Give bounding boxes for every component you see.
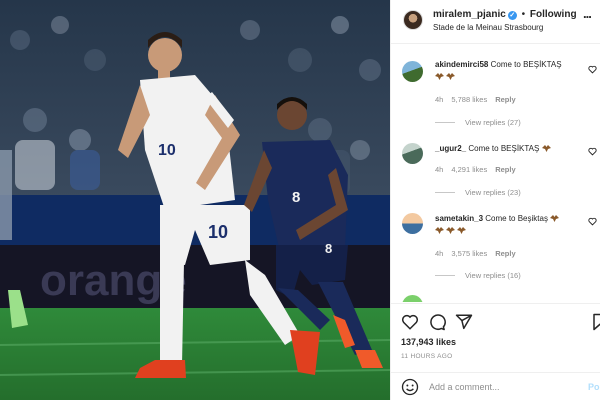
shorts-number-right: 8: [325, 241, 332, 256]
comment-likes[interactable]: 5,788 likes: [451, 95, 487, 104]
post-location[interactable]: Stade de la Meinau Strasbourg: [433, 23, 543, 32]
like-count[interactable]: 137,943 likes: [401, 337, 456, 347]
add-comment-input[interactable]: [429, 378, 577, 396]
post-side-panel: miralem_pjanic ✓ • Following Stade de la …: [390, 0, 600, 400]
comment-text: sametakin_3 Come to Beşiktaş: [435, 213, 583, 237]
more-icon[interactable]: ...: [583, 6, 592, 21]
heart-icon[interactable]: [588, 65, 597, 74]
author-line: miralem_pjanic ✓ • Following: [433, 9, 577, 20]
view-replies-label: View replies (27): [465, 118, 521, 127]
comments-list[interactable]: akindemirci58 Come to BEŞİKTAŞ 4h 5,788 l…: [391, 45, 600, 302]
following-button[interactable]: Following: [530, 9, 577, 20]
eagle-emoji-icon: [446, 72, 455, 80]
comment-username[interactable]: akindemirci58: [435, 60, 488, 69]
comment-age: 4h: [435, 165, 444, 174]
smiley-icon[interactable]: [401, 378, 419, 396]
commenter-avatar[interactable]: [402, 61, 423, 82]
shorts-number-left: 10: [208, 222, 228, 242]
add-comment-bar: Po: [391, 372, 600, 400]
author-username[interactable]: miralem_pjanic: [433, 9, 506, 20]
comment-body: Come to BEŞİKTAŞ: [468, 144, 540, 153]
view-replies-button[interactable]: View replies (23): [435, 188, 521, 197]
eagle-emoji-icon: [435, 72, 444, 80]
verified-icon: ✓: [507, 11, 517, 20]
comment-age: 4h: [435, 249, 444, 258]
comment-likes[interactable]: 4,291 likes: [451, 165, 487, 174]
eagle-emoji-icon: [550, 214, 560, 222]
view-replies-button[interactable]: View replies (27): [435, 118, 521, 127]
separator-dot: •: [521, 9, 526, 20]
comment-body: Come to Beşiktaş: [485, 214, 548, 223]
comment-text: _ugur2_ Come to BEŞİKTAŞ: [435, 143, 583, 155]
comment-text: akindemirci58 Come to BEŞİKTAŞ: [435, 59, 583, 83]
view-replies-label: View replies (23): [465, 188, 521, 197]
heart-icon[interactable]: [588, 217, 597, 226]
bookmark-icon[interactable]: [591, 313, 600, 331]
commenter-avatar[interactable]: [402, 143, 423, 164]
post-header: miralem_pjanic ✓ • Following Stade de la …: [391, 0, 600, 44]
post-timestamp[interactable]: 11 HOURS AGO: [401, 353, 453, 360]
reply-button[interactable]: Reply: [495, 249, 515, 258]
post-photo[interactable]: orange 10 10 8 8: [0, 0, 390, 400]
eagle-emoji-icon: [541, 144, 551, 152]
comment-icon[interactable]: [428, 313, 446, 331]
comment-age: 4h: [435, 95, 444, 104]
commenter-avatar[interactable]: [402, 295, 423, 302]
player-number-right: 8: [292, 189, 300, 206]
eagle-emoji-icon: [457, 226, 466, 234]
comment-meta: 4h 5,788 likes Reply: [435, 95, 524, 104]
eagle-emoji-icon: [446, 226, 455, 234]
replies-divider: [435, 122, 455, 123]
share-icon[interactable]: [455, 313, 473, 331]
comment-username[interactable]: sametakin_3: [435, 214, 483, 223]
heart-icon[interactable]: [588, 147, 597, 156]
comment-username[interactable]: _ugur2_: [435, 144, 466, 153]
replies-divider: [435, 192, 455, 193]
view-replies-label: View replies (16): [465, 271, 521, 280]
author-avatar[interactable]: [403, 10, 423, 30]
comment-body: Come to BEŞİKTAŞ: [490, 60, 562, 69]
comment-meta: 4h 3,575 likes Reply: [435, 249, 524, 258]
eagle-emoji-icon: [435, 226, 444, 234]
comment-likes[interactable]: 3,575 likes: [451, 249, 487, 258]
post-comment-button[interactable]: Po: [588, 382, 600, 392]
reply-button[interactable]: Reply: [495, 165, 515, 174]
post-actions: 137,943 likes 11 HOURS AGO: [391, 303, 600, 373]
player-number-left: 10: [158, 142, 176, 159]
replies-divider: [435, 275, 455, 276]
reply-button[interactable]: Reply: [495, 95, 515, 104]
comment-meta: 4h 4,291 likes Reply: [435, 165, 524, 174]
heart-icon[interactable]: [401, 313, 419, 331]
commenter-avatar[interactable]: [402, 213, 423, 234]
view-replies-button[interactable]: View replies (16): [435, 271, 521, 280]
